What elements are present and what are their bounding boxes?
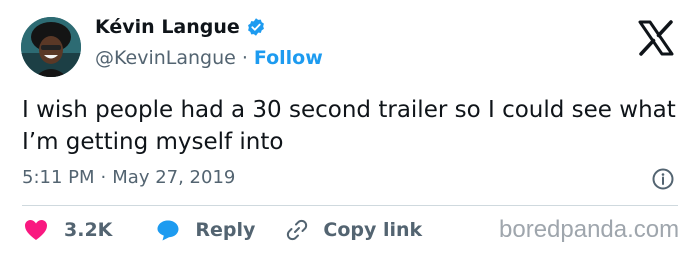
watermark: boredpanda.com — [499, 216, 680, 243]
reply-button[interactable]: Reply — [156, 219, 255, 241]
tweet-date[interactable]: May 27, 2019 — [112, 167, 235, 188]
timestamp-separator: · — [100, 167, 107, 188]
heart-icon — [24, 219, 48, 241]
author-display-name[interactable]: Kévin Langue — [95, 16, 240, 38]
tweet-timestamp[interactable]: 5:11 PM · May 27, 2019 — [22, 167, 235, 188]
copy-link-button[interactable]: Copy link — [285, 218, 422, 242]
author-handle[interactable]: @KevinLangue — [95, 47, 236, 69]
x-logo-icon[interactable] — [636, 18, 676, 58]
avatar[interactable] — [21, 17, 81, 77]
info-icon[interactable] — [651, 167, 675, 191]
handle-separator: · — [241, 47, 248, 69]
like-count: 3.2K — [64, 219, 113, 241]
tweet-actions: 3.2K Reply Copy link — [24, 215, 422, 245]
tweet-text: I wish people had a 30 second trailer so… — [22, 97, 676, 155]
tweet-time[interactable]: 5:11 PM — [22, 167, 95, 188]
verified-badge-icon — [246, 17, 266, 37]
speech-bubble-icon — [156, 219, 180, 241]
reply-label: Reply — [195, 219, 256, 241]
like-button[interactable]: 3.2K — [24, 219, 112, 241]
divider — [22, 205, 678, 206]
copy-link-label: Copy link — [323, 219, 423, 241]
follow-button[interactable]: Follow — [254, 47, 323, 69]
link-icon — [285, 218, 309, 242]
